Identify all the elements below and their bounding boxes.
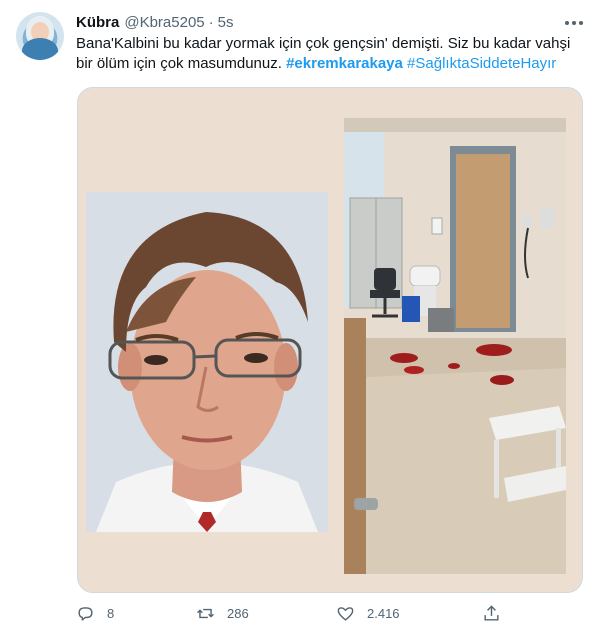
retweet-icon (197, 608, 214, 618)
heart-icon (337, 606, 354, 621)
hashtag-ekremkarakaya[interactable]: #ekremkarakaya (286, 55, 403, 72)
avatar-scarf (22, 38, 58, 60)
reply-count: 8 (107, 605, 115, 621)
tweet-card[interactable]: Kübra @Kbra5205 · 5s Bana'Kalbini bu kad… (0, 0, 599, 634)
author-handle[interactable]: @Kbra5205 (124, 14, 204, 31)
like-button[interactable]: 2.416 (336, 602, 400, 624)
retweet-button[interactable]: 286 (196, 602, 249, 624)
hashtag-sagliktasiddetehayir[interactable]: #SağlıktaSiddeteHayır (407, 55, 556, 72)
author-name[interactable]: Kübra (76, 14, 119, 31)
like-count: 2.416 (367, 605, 400, 621)
tweet-time[interactable]: 5s (218, 14, 234, 31)
share-icon (484, 604, 499, 621)
reply-icon (78, 606, 93, 621)
share-button[interactable] (482, 602, 501, 624)
retweet-count: 286 (227, 605, 249, 621)
more-dot (579, 21, 583, 25)
more-dot (572, 21, 576, 25)
hospital-room-photo (344, 118, 566, 574)
reply-button[interactable]: 8 (76, 602, 114, 624)
tweet-header: Kübra @Kbra5205 · 5s (76, 12, 233, 32)
portrait-illustration (86, 192, 328, 532)
header-separator: · (208, 13, 214, 31)
avatar[interactable] (16, 12, 64, 60)
tweet-actions: 8 286 2.416 (76, 602, 576, 624)
more-dot (565, 21, 569, 25)
room-illustration (344, 118, 566, 574)
more-dots-icon[interactable] (560, 14, 588, 32)
portrait-photo (86, 192, 328, 532)
tweet-media[interactable] (77, 87, 583, 593)
tweet-text: Bana'Kalbini bu kadar yormak için çok ge… (76, 34, 576, 74)
